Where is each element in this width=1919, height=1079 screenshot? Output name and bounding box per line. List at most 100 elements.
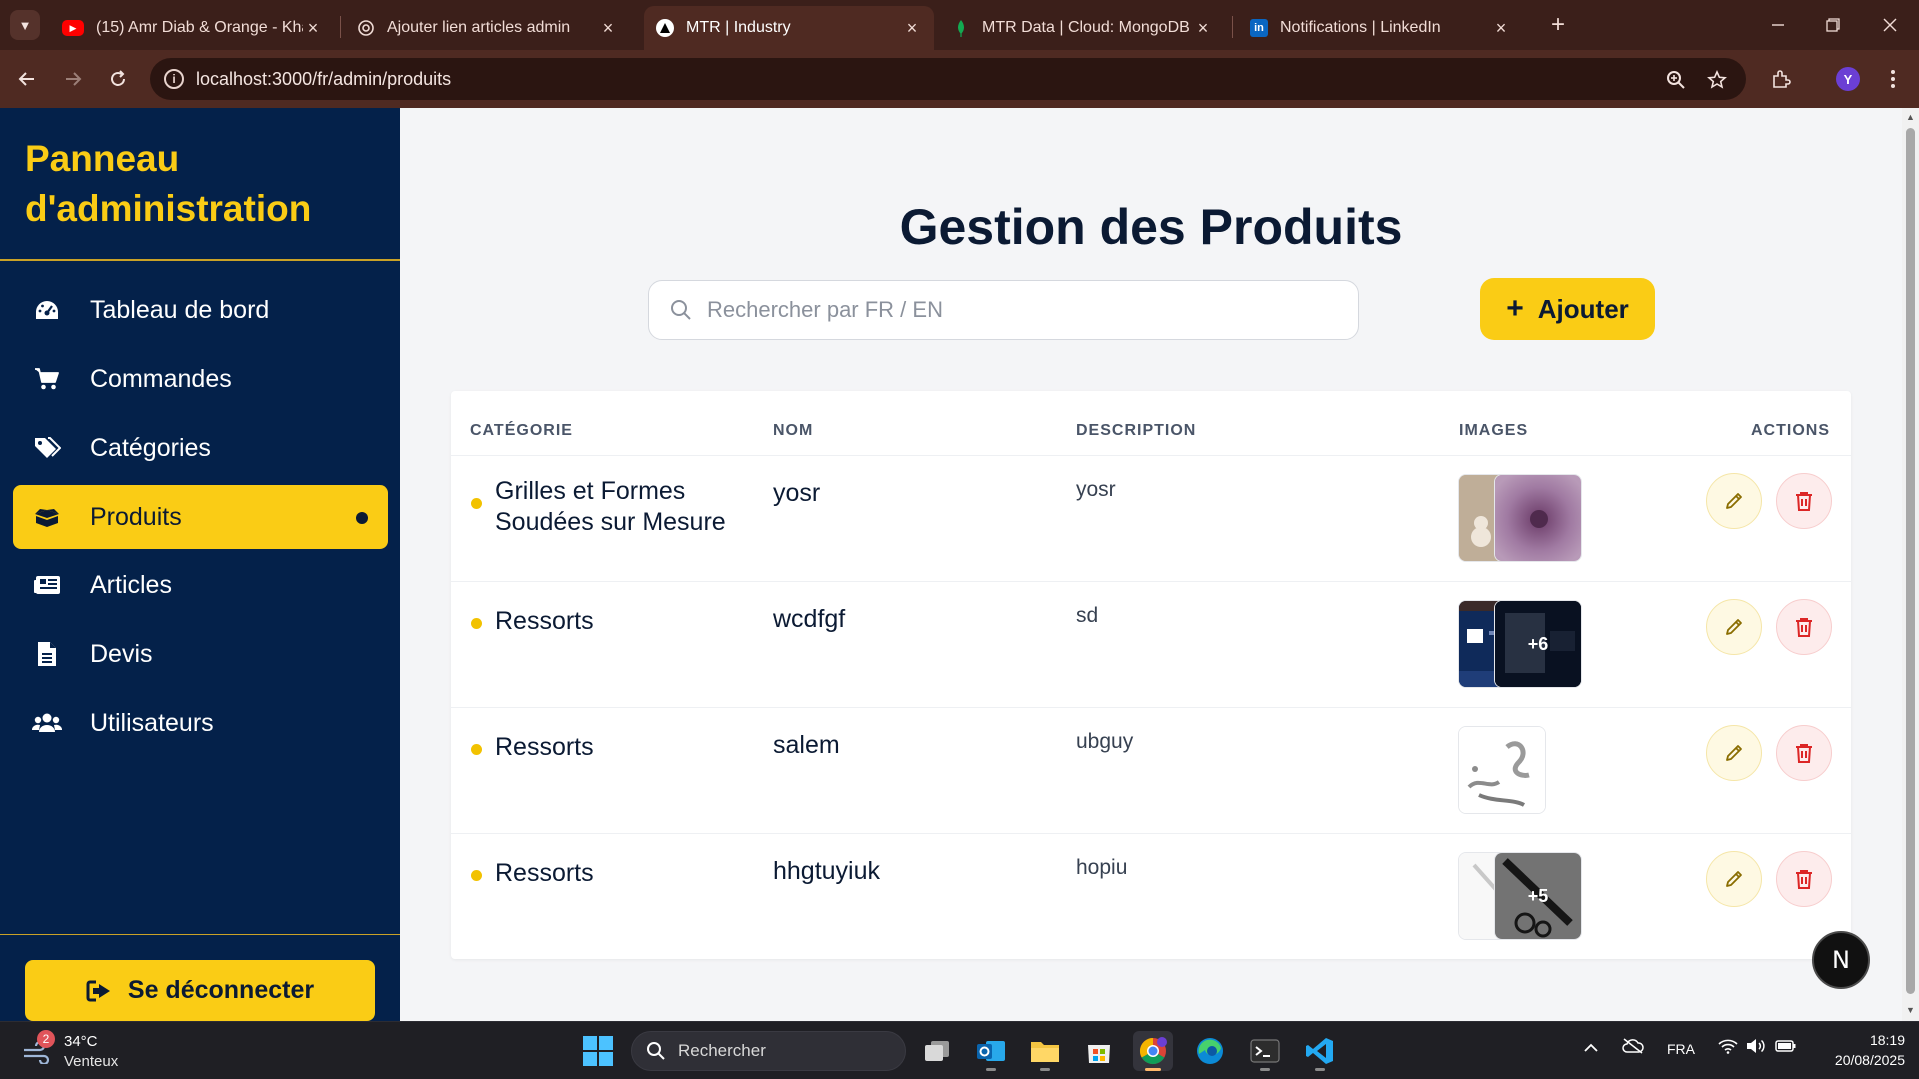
edit-button[interactable] [1706,851,1762,907]
task-view-icon[interactable] [917,1031,957,1071]
bookmark-star-icon[interactable] [1705,68,1729,92]
search-field[interactable] [648,280,1359,340]
clock-time: 18:19 [1869,1032,1905,1048]
product-images [1458,726,1588,816]
edit-button[interactable] [1706,725,1762,781]
sidebar-divider [0,259,400,261]
close-window-button[interactable] [1870,8,1910,42]
sidebar-divider [0,934,400,935]
logout-button[interactable]: Se déconnecter [25,960,375,1021]
sidebar-item-categories[interactable]: Catégories [13,416,388,480]
site-info-icon[interactable]: i [164,69,184,89]
scroll-up-arrow-icon[interactable]: ▲ [1905,112,1916,122]
browser-tab-youtube[interactable]: ▶ (15) Amr Diab & Orange - Khatt × [50,6,335,50]
delete-button[interactable] [1776,473,1832,529]
add-product-button[interactable]: + Ajouter [1480,278,1655,340]
microsoft-store-icon[interactable] [1079,1031,1119,1071]
battery-icon[interactable] [1775,1038,1797,1057]
address-bar[interactable]: i localhost:3000/fr/admin/produits [150,58,1746,100]
sidebar-item-produits[interactable]: Produits [13,485,388,549]
delete-button[interactable] [1776,725,1832,781]
table-row: Ressorts salem ubguy [451,707,1851,833]
edit-button[interactable] [1706,599,1762,655]
sidebar-item-commandes[interactable]: Commandes [13,347,388,411]
edge-icon[interactable] [1190,1031,1230,1071]
close-tab-icon[interactable]: × [902,18,922,39]
name-cell: salem [773,731,840,759]
taskbar-search-box[interactable]: Rechercher [631,1031,906,1071]
input-language[interactable]: FRA [1667,1041,1695,1057]
sidebar-item-label: Utilisateurs [90,708,214,737]
vscode-icon[interactable] [1300,1031,1340,1071]
tab-separator [340,16,341,38]
show-hidden-icons-chevron-icon[interactable] [1584,1040,1598,1056]
active-indicator-dot [356,512,368,524]
sidebar-item-utilisateurs[interactable]: Utilisateurs [13,691,388,755]
description-cell: hopiu [1076,856,1128,879]
browser-tab-chatgpt[interactable]: Ajouter lien articles admin × [345,6,630,50]
tab-title: Notifications | LinkedIn [1280,19,1441,36]
windows-start-icon[interactable] [582,1035,614,1067]
weather-widget[interactable]: 2 34°C Venteux [22,1030,142,1072]
running-indicator [1040,1068,1050,1071]
category-dot [471,744,482,755]
forward-button[interactable] [58,64,88,94]
close-tab-icon[interactable]: × [1491,18,1511,39]
sidebar-item-devis[interactable]: Devis [13,622,388,686]
restore-window-button[interactable] [1813,8,1853,42]
back-button[interactable] [12,64,42,94]
description-cell: sd [1076,604,1099,627]
close-tab-icon[interactable]: × [598,18,618,39]
newspaper-icon [30,574,64,596]
scroll-down-arrow-icon[interactable]: ▼ [1905,1005,1916,1015]
close-tab-icon[interactable]: × [303,18,323,39]
product-thumbnail[interactable]: +6 [1494,600,1582,688]
name-cell: hhgtuyiuk [773,857,881,885]
product-thumbnail[interactable] [1494,474,1582,562]
file-text-icon [30,641,64,667]
zoom-icon[interactable] [1664,68,1688,92]
outlook-icon[interactable] [971,1031,1011,1071]
onedrive-offline-icon[interactable] [1622,1038,1644,1057]
wifi-icon[interactable] [1718,1038,1738,1057]
search-input[interactable] [707,297,1327,323]
admin-sidebar: Panneau d'administration Tableau de bord… [0,108,400,1021]
delete-button[interactable] [1776,851,1832,907]
browser-menu-icon[interactable] [1878,64,1908,94]
chrome-icon[interactable] [1133,1031,1173,1071]
sidebar-item-tableau-de-bord[interactable]: Tableau de bord [13,278,388,342]
product-thumbnail[interactable] [1458,726,1546,814]
nextjs-dev-badge[interactable]: N [1812,931,1870,989]
column-header-actions: ACTIONS [1751,422,1830,439]
new-tab-button[interactable]: + [1543,10,1573,40]
browser-tab-linkedin[interactable]: in Notifications | LinkedIn × [1238,6,1523,50]
extensions-puzzle-icon[interactable] [1766,64,1796,94]
reload-button[interactable] [103,64,133,94]
tab-title: Ajouter lien articles admin [387,19,571,36]
browser-tab-mtr-industry[interactable]: MTR | Industry × [644,6,934,50]
product-thumbnail[interactable]: +5 [1494,852,1582,940]
product-images: +5 [1458,852,1588,942]
minimize-window-button[interactable] [1758,8,1798,42]
tags-icon [30,436,64,460]
trash-icon [1796,492,1812,511]
edit-button[interactable] [1706,473,1762,529]
delete-button[interactable] [1776,599,1832,655]
terminal-icon[interactable] [1245,1031,1285,1071]
pencil-icon [1726,493,1742,509]
volume-icon[interactable] [1746,1038,1766,1057]
category-cell: Ressorts [495,733,594,761]
scrollbar-thumb[interactable] [1906,128,1915,994]
system-clock[interactable]: 18:19 20/08/2025 [1815,1030,1905,1070]
close-tab-icon[interactable]: × [1193,18,1213,39]
sidebar-item-label: Commandes [90,364,232,393]
page-scrollbar[interactable]: ▲ ▼ [1902,108,1919,1021]
tab-search-button[interactable]: ▼ [10,10,40,40]
search-icon [646,1041,666,1061]
sidebar-item-articles[interactable]: Articles [13,553,388,617]
file-explorer-icon[interactable] [1025,1031,1065,1071]
taskbar-search-label: Rechercher [678,1041,766,1060]
profile-avatar[interactable]: Y [1836,67,1860,91]
name-cell: yosr [773,479,821,507]
browser-tab-mongodb[interactable]: MTR Data | Cloud: MongoDB Cl × [940,6,1225,50]
